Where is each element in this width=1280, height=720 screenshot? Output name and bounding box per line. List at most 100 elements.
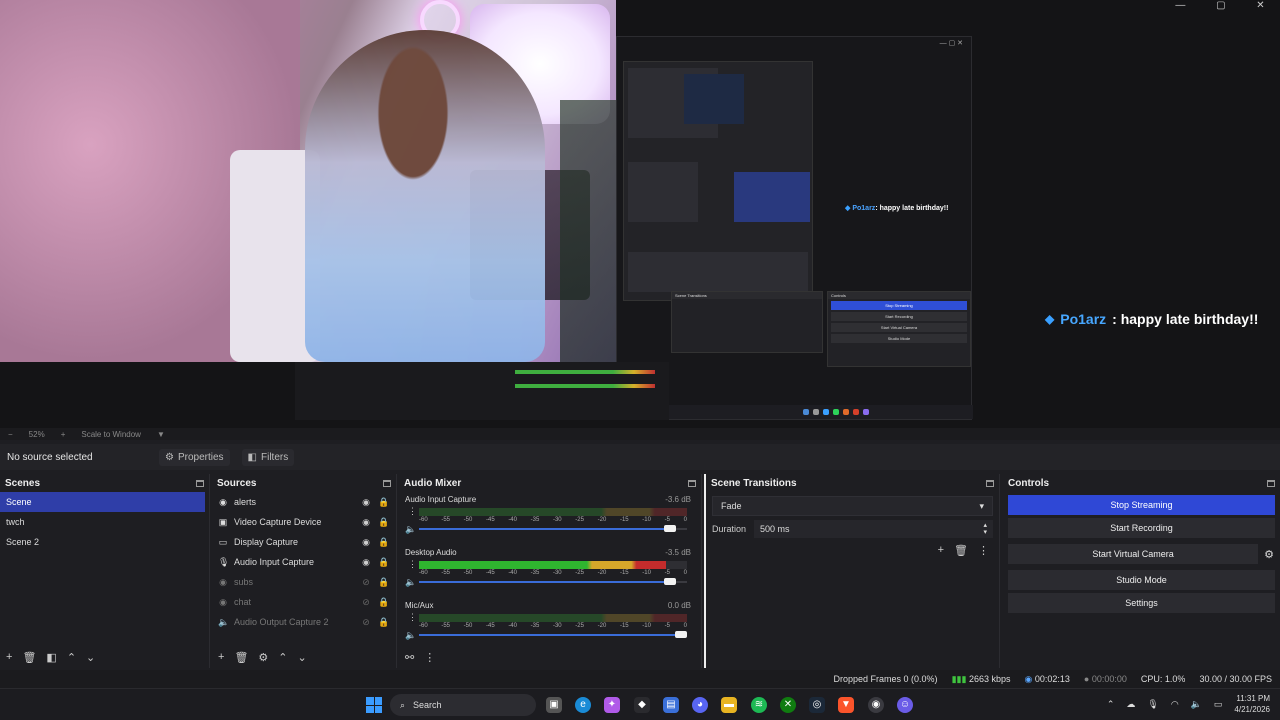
start-recording-button[interactable]: Start Recording bbox=[1008, 518, 1275, 538]
spotify-icon[interactable]: ≋ bbox=[751, 697, 767, 713]
source-item[interactable]: ◉ alerts ◉ 🔒 bbox=[212, 492, 396, 512]
slider-knob[interactable] bbox=[664, 525, 677, 532]
source-item[interactable]: ◉ chat ⊘ 🔒 bbox=[212, 592, 396, 612]
gear-icon[interactable]: ⚙ bbox=[258, 651, 268, 664]
add-source-button[interactable]: + bbox=[218, 651, 224, 663]
battery-icon[interactable]: ▭ bbox=[1214, 699, 1223, 710]
link-icon[interactable]: ⚯ bbox=[405, 651, 414, 664]
slider-knob[interactable] bbox=[664, 578, 677, 585]
undock-icon[interactable] bbox=[383, 479, 391, 487]
chevron-up-icon[interactable]: ⌃ bbox=[1107, 699, 1115, 710]
discord-icon[interactable]: ◕ bbox=[692, 697, 708, 713]
task-view-icon[interactable]: ▣ bbox=[546, 697, 562, 713]
stop-streaming-button[interactable]: Stop Streaming bbox=[1008, 495, 1275, 515]
chevron-up-icon[interactable]: ⌃ bbox=[278, 651, 287, 664]
gear-icon[interactable]: ⚙ bbox=[1264, 548, 1274, 561]
eye-icon[interactable]: ◉ bbox=[360, 537, 372, 548]
brave-icon[interactable]: ▼ bbox=[838, 697, 854, 713]
lock-icon[interactable]: 🔒 bbox=[378, 497, 390, 508]
volume-slider[interactable] bbox=[419, 578, 687, 585]
properties-button[interactable]: ⚙ Properties bbox=[159, 448, 230, 466]
chat-app-icon[interactable]: ☺ bbox=[897, 697, 913, 713]
undock-icon[interactable] bbox=[196, 479, 204, 487]
eye-icon[interactable]: ◉ bbox=[360, 517, 372, 528]
steam-icon[interactable]: ◎ bbox=[809, 697, 825, 713]
mic-icon[interactable]: 🎙 bbox=[1147, 699, 1158, 710]
volume-slider[interactable] bbox=[419, 525, 687, 532]
taskbar-search[interactable]: ⌕ Search bbox=[390, 694, 536, 716]
speaker-icon[interactable]: 🔈 bbox=[405, 524, 416, 535]
lock-icon[interactable]: 🔒 bbox=[378, 557, 390, 568]
lock-icon[interactable]: 🔒 bbox=[378, 517, 390, 528]
clock[interactable]: 11:31 PM 4/21/2026 bbox=[1234, 693, 1270, 715]
undock-icon[interactable] bbox=[688, 479, 696, 487]
chevron-down-icon[interactable]: ⌄ bbox=[298, 651, 307, 664]
lock-icon[interactable]: 🔒 bbox=[378, 537, 390, 548]
more-options-icon[interactable]: ⋮ bbox=[408, 612, 417, 623]
undock-icon[interactable] bbox=[986, 479, 994, 487]
lock-icon[interactable]: 🔒 bbox=[378, 577, 390, 588]
wifi-icon[interactable]: ◠ bbox=[1171, 699, 1179, 710]
duration-input[interactable]: 500 ms ▴ ▾ bbox=[754, 520, 993, 538]
preview-canvas[interactable]: — ▢ ✕ ◆ Po1arz: happy late birthday!! Sc… bbox=[0, 0, 1280, 428]
close-button[interactable]: ✕ bbox=[1256, 0, 1264, 14]
studio-mode-button[interactable]: Studio Mode bbox=[1008, 570, 1275, 590]
filters-button[interactable]: ◧ Filters bbox=[241, 448, 295, 466]
eye-icon[interactable]: ◉ bbox=[360, 497, 372, 508]
obs-icon[interactable]: ◉ bbox=[868, 697, 884, 713]
undock-icon[interactable] bbox=[1267, 479, 1275, 487]
trash-icon[interactable]: 🗑 bbox=[234, 651, 248, 664]
scene-item[interactable]: Scene bbox=[0, 492, 205, 512]
source-item[interactable]: 🎙 Audio Input Capture ◉ 🔒 bbox=[212, 552, 396, 572]
eye-off-icon[interactable]: ⊘ bbox=[360, 597, 372, 608]
edge-icon[interactable]: e bbox=[575, 697, 591, 713]
volume-slider[interactable] bbox=[419, 631, 687, 638]
add-scene-button[interactable]: + bbox=[6, 651, 12, 663]
settings-button[interactable]: Settings bbox=[1008, 593, 1275, 613]
volume-meter bbox=[419, 561, 687, 569]
scene-item[interactable]: twch bbox=[0, 512, 209, 532]
eye-icon[interactable]: ◉ bbox=[360, 557, 372, 568]
more-options-icon[interactable]: ⋮ bbox=[978, 544, 989, 557]
zoom-scale-select[interactable]: Scale to Window bbox=[81, 430, 141, 439]
eye-off-icon[interactable]: ⊘ bbox=[360, 577, 372, 588]
tick-label: -30 bbox=[552, 623, 562, 629]
chevron-down-icon[interactable]: ⌄ bbox=[86, 651, 95, 664]
speaker-icon[interactable]: 🔈 bbox=[405, 630, 416, 641]
trash-icon[interactable]: 🗑 bbox=[954, 544, 968, 557]
maximize-button[interactable]: ▢ bbox=[1216, 0, 1225, 14]
source-item[interactable]: ▣ Video Capture Device ◉ 🔒 bbox=[212, 512, 396, 532]
volume-icon[interactable]: 🔈 bbox=[1191, 699, 1202, 710]
more-options-icon[interactable]: ⋮ bbox=[408, 559, 417, 570]
cloud-icon[interactable]: ☁ bbox=[1126, 699, 1135, 710]
more-options-icon[interactable]: ⋮ bbox=[424, 651, 435, 664]
copilot-icon[interactable]: ✦ bbox=[604, 697, 620, 713]
source-item[interactable]: ▭ Display Capture ◉ 🔒 bbox=[212, 532, 396, 552]
lock-icon[interactable]: 🔒 bbox=[378, 617, 390, 628]
add-transition-button[interactable]: + bbox=[938, 544, 944, 557]
store-icon[interactable]: ▤ bbox=[663, 697, 679, 713]
lock-icon[interactable]: 🔒 bbox=[378, 597, 390, 608]
chevron-up-icon[interactable]: ⌃ bbox=[67, 651, 76, 664]
eye-off-icon[interactable]: ⊘ bbox=[360, 617, 372, 628]
scene-item[interactable]: Scene 2 bbox=[0, 532, 209, 552]
chevron-down-icon: ▾ bbox=[979, 500, 984, 511]
speaker-icon[interactable]: 🔈 bbox=[405, 577, 416, 588]
minimize-button[interactable]: — bbox=[1175, 0, 1185, 14]
zoom-plus-button[interactable]: + bbox=[61, 430, 66, 439]
zoom-percent: 52% bbox=[28, 429, 45, 439]
zoom-minus-button[interactable]: − bbox=[8, 430, 13, 439]
start-virtual-camera-button[interactable]: Start Virtual Camera bbox=[1008, 544, 1259, 564]
start-button[interactable] bbox=[366, 697, 382, 713]
source-item[interactable]: 🔈 Audio Output Capture 2 ⊘ 🔒 bbox=[212, 612, 396, 632]
filter-icon[interactable]: ◧ bbox=[46, 651, 56, 664]
xbox-icon[interactable]: ✕ bbox=[780, 697, 796, 713]
source-item[interactable]: ◉ subs ⊘ 🔒 bbox=[212, 572, 396, 592]
chevron-down-icon[interactable]: ▼ bbox=[157, 430, 165, 439]
trash-icon[interactable]: 🗑 bbox=[22, 651, 36, 664]
folder-icon[interactable]: ▬ bbox=[721, 697, 737, 713]
transition-select[interactable]: Fade ▾ bbox=[712, 496, 993, 516]
app-icon[interactable]: ◆ bbox=[634, 697, 650, 713]
slider-knob[interactable] bbox=[675, 631, 687, 638]
more-options-icon[interactable]: ⋮ bbox=[408, 506, 417, 517]
